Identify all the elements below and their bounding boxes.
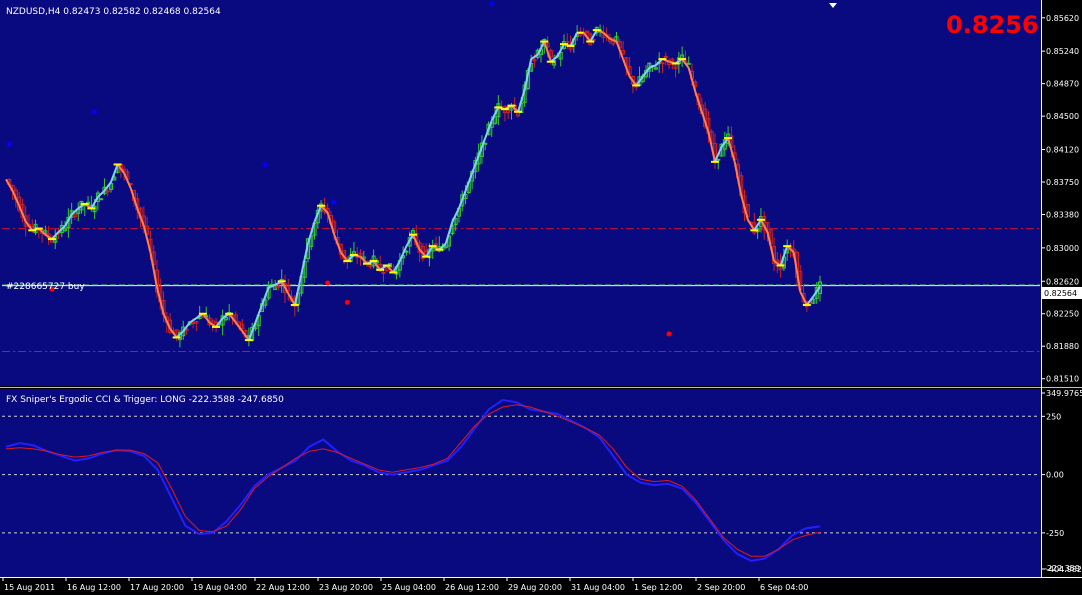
- price-axis-ticks: 0.85620 0.85240 0.84870 0.84500 0.84120 0.837…: [1041, 14, 1079, 384]
- candle-body: [424, 250, 429, 253]
- symbol-info-line: NZDUSD,H4 0.82473 0.82582 0.82468 0.8256…: [6, 7, 221, 17]
- indicator-tick-label: 250: [1046, 412, 1061, 421]
- signal-dot: [325, 280, 331, 286]
- signal-dot: [92, 109, 98, 115]
- price-tick-label: 0.82250: [1046, 310, 1079, 319]
- indicator-tick-label: 349.9765: [1046, 389, 1082, 398]
- time-tick-label: 2 Sep 20:00: [697, 583, 745, 592]
- price-tick-label: 0.85240: [1046, 47, 1079, 56]
- time-tick-label: 19 Aug 04:00: [193, 583, 247, 592]
- time-tick-label: 15 Aug 2011: [4, 583, 55, 592]
- main-panel-background: [0, 0, 1041, 386]
- candle-body: [191, 322, 196, 325]
- time-tick-label: 26 Aug 12:00: [445, 583, 499, 592]
- time-axis-ticks: 15 Aug 2011 16 Aug 12:00 17 Aug 20:00 19 Au…: [2, 577, 808, 592]
- order-line-label[interactable]: #228665727 buy: [6, 282, 85, 292]
- signal-dot: [262, 161, 268, 167]
- candle-body: [99, 198, 104, 201]
- price-tick-label: 0.83750: [1046, 178, 1079, 187]
- indicator-current-label: -222.359: [1044, 564, 1080, 573]
- candle-body: [663, 55, 668, 58]
- candle-body: [660, 62, 665, 65]
- current-price-tag: 0.82564: [1044, 289, 1077, 298]
- time-tick-label: 17 Aug 20:00: [130, 583, 184, 592]
- time-tick-label: 25 Aug 04:00: [382, 583, 436, 592]
- price-tick-label: 0.85620: [1046, 14, 1079, 23]
- signal-dot: [6, 141, 12, 147]
- time-tick-label: 22 Aug 12:00: [256, 583, 310, 592]
- candle-body: [716, 158, 721, 161]
- candle-body: [381, 271, 386, 274]
- signal-dot: [331, 199, 337, 205]
- indicator-panel-background: [0, 389, 1041, 577]
- time-tick-label: 23 Aug 20:00: [319, 583, 373, 592]
- price-tick-label: 0.83380: [1046, 211, 1079, 220]
- price-tick-label: 0.81880: [1046, 342, 1079, 351]
- candle-body: [686, 62, 691, 65]
- big-price-display: 0.8256: [946, 11, 1039, 39]
- mt4-chart-window: 0.85620 0.85240 0.84870 0.84500 0.84120 0.837…: [0, 0, 1082, 595]
- time-tick-label: 6 Sep 04:00: [760, 583, 808, 592]
- candle-body: [214, 321, 219, 324]
- chart-canvas[interactable]: 0.85620 0.85240 0.84870 0.84500 0.84120 0.837…: [0, 0, 1082, 595]
- indicator-tick-label: 0.00: [1046, 471, 1064, 480]
- time-tick-label: 16 Aug 12:00: [67, 583, 121, 592]
- price-tick-label: 0.84870: [1046, 80, 1079, 89]
- candle-body: [105, 190, 110, 193]
- signal-dot: [666, 331, 672, 337]
- price-tick-label: 0.81510: [1046, 375, 1079, 384]
- price-tick-label: 0.84120: [1046, 146, 1079, 155]
- indicator-title: FX Sniper's Ergodic CCI & Trigger: LONG …: [6, 395, 284, 405]
- signal-dot: [489, 1, 495, 7]
- indicator-axis-ticks: 349.97652500.00-250-404.982: [1041, 389, 1082, 574]
- time-tick-label: 29 Aug 20:00: [508, 583, 562, 592]
- time-tick-label: 31 Aug 04:00: [571, 583, 625, 592]
- price-tick-label: 0.84500: [1046, 112, 1079, 121]
- signal-dot: [344, 299, 350, 305]
- price-tick-label: 0.83000: [1046, 244, 1079, 253]
- time-tick-label: 1 Sep 12:00: [634, 583, 682, 592]
- price-tick-label: 0.82620: [1046, 277, 1079, 286]
- indicator-tick-label: -250: [1046, 529, 1064, 538]
- candle-body: [404, 250, 409, 253]
